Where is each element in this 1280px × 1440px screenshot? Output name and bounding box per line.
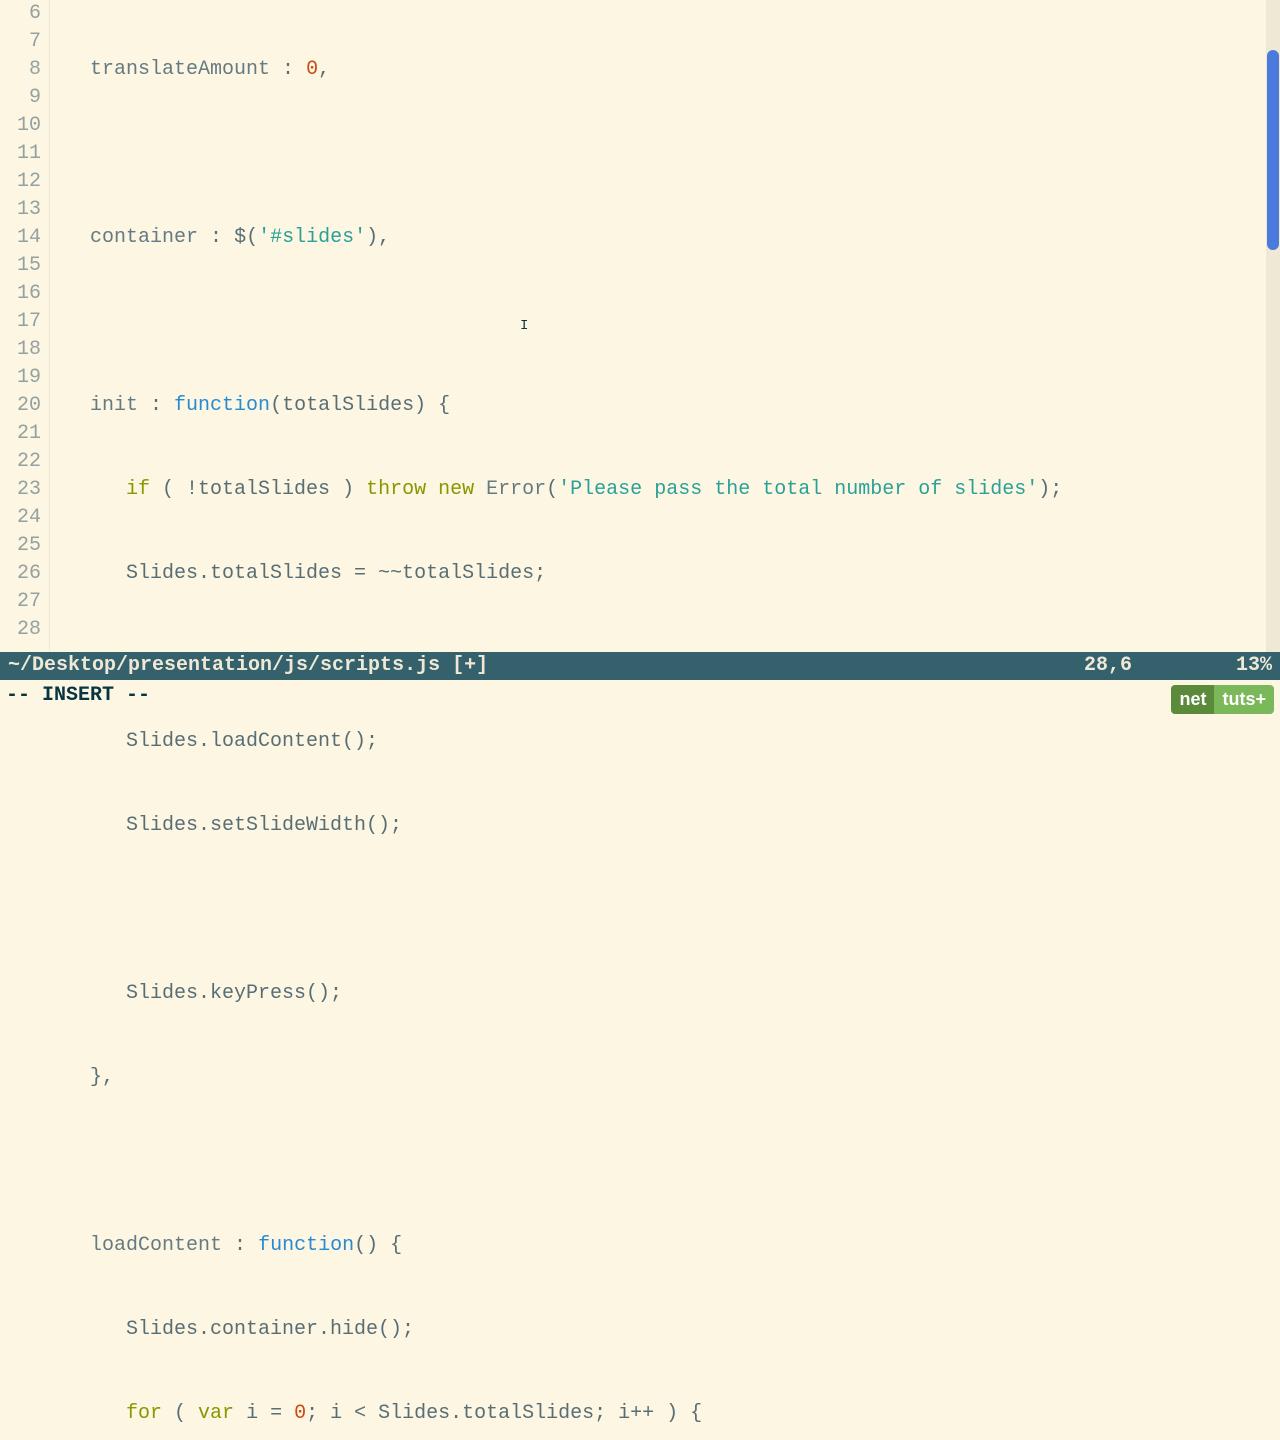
code-line: Slides.totalSlides = ~~totalSlides; [54,560,1280,588]
code-editor[interactable]: 6 7 8 9 10 11 12 13 14 15 16 17 18 19 20… [0,0,1280,652]
code-line: Slides.setSlideWidth(); [54,812,1280,840]
code-line [54,308,1280,336]
code-line: Slides.loadContent(); [54,728,1280,756]
code-line [54,140,1280,168]
code-line [54,1148,1280,1176]
code-line: container : $('#slides'), [54,224,1280,252]
status-bar: ~/Desktop/presentation/js/scripts.js [+]… [0,652,1280,680]
code-line: Slides.keyPress();I [54,980,1280,1008]
code-line: translateAmount : 0, [54,56,1280,84]
file-path: ~/Desktop/presentation/js/scripts.js [+] [8,652,488,680]
code-line: Slides.container.hide(); [54,1316,1280,1344]
nettuts-logo: nettuts+ [1171,685,1274,714]
code-line: }, [54,1064,1280,1092]
cursor-position: 28,6 [1084,654,1132,677]
vertical-scrollbar[interactable] [1266,0,1280,652]
scroll-percent: 13% [1236,654,1272,677]
code-line: loadContent : function() { [54,1232,1280,1260]
vim-mode-indicator: -- INSERT -- [0,680,150,720]
code-content[interactable]: translateAmount : 0, container : $('#sli… [50,0,1280,652]
text-caret-mark: I [520,312,528,340]
code-line: for ( var i = 0; i < Slides.totalSlides;… [54,1400,1280,1428]
code-line: init : function(totalSlides) { [54,392,1280,420]
scrollbar-thumb[interactable] [1267,50,1279,250]
line-number-gutter: 6 7 8 9 10 11 12 13 14 15 16 17 18 19 20… [0,0,50,652]
code-line: if ( !totalSlides ) throw new Error('Ple… [54,476,1280,504]
code-line [54,896,1280,924]
